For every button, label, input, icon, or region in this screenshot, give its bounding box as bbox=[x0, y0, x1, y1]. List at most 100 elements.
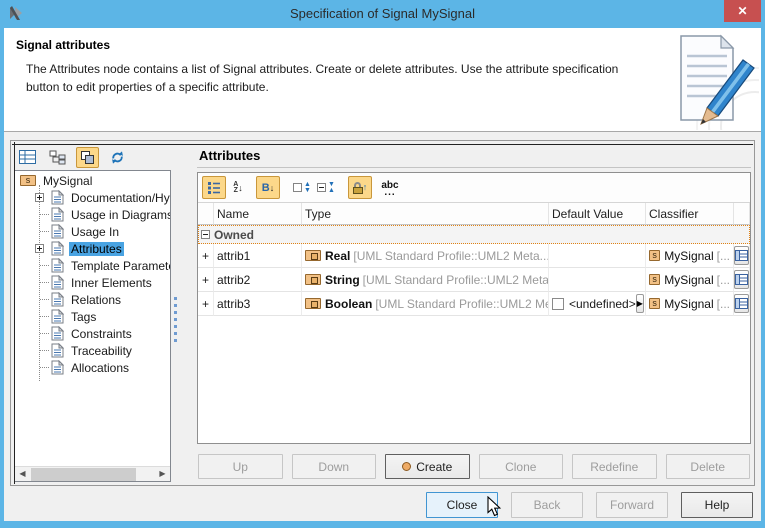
scrollbar-thumb[interactable] bbox=[31, 468, 136, 481]
lock-order-icon[interactable]: ↑ bbox=[348, 176, 372, 199]
column-header-classifier[interactable]: Classifier bbox=[646, 203, 734, 225]
type-cell[interactable]: String [UML Standard Profile::UML2 Meta.… bbox=[302, 268, 549, 292]
attributes-table: Name Type Default Value Classifier Owned… bbox=[198, 203, 750, 443]
node-doc-icon bbox=[51, 309, 64, 324]
clone-button[interactable]: Clone bbox=[479, 454, 564, 479]
spec-button-cell bbox=[734, 244, 750, 268]
classifier-cell[interactable]: s MySignal [... bbox=[646, 268, 734, 292]
containment-tree-icon[interactable] bbox=[46, 147, 69, 168]
column-header-type[interactable]: Type bbox=[302, 203, 549, 225]
main-container: s MySignal Documentation/Hyperlin Usage … bbox=[10, 140, 755, 486]
panel-splitter[interactable] bbox=[171, 144, 185, 482]
column-header-expand[interactable] bbox=[198, 203, 214, 225]
tree-item-label: Tags bbox=[69, 310, 98, 324]
name-cell[interactable]: attrib2 bbox=[214, 268, 302, 292]
group-row-owned[interactable]: Owned bbox=[198, 225, 750, 244]
node-doc-icon bbox=[51, 343, 64, 358]
tree-horizontal-scrollbar[interactable]: ◀ ▶ bbox=[15, 466, 170, 481]
signal-icon: s bbox=[649, 298, 660, 309]
boolean-checkbox[interactable] bbox=[552, 298, 564, 310]
back-button[interactable]: Back bbox=[511, 492, 583, 518]
collapse-minus-icon[interactable] bbox=[201, 230, 210, 239]
down-button[interactable]: Down bbox=[292, 454, 377, 479]
default-value-text: <undefined> bbox=[569, 297, 636, 311]
refresh-icon[interactable] bbox=[106, 147, 129, 168]
value-dropdown-button[interactable]: ▶ bbox=[636, 294, 644, 313]
classifier-cell[interactable]: s MySignal [... bbox=[646, 244, 734, 268]
tree-stub bbox=[40, 265, 49, 266]
header-description: The Attributes node contains a list of S… bbox=[26, 60, 644, 96]
column-header-spec[interactable] bbox=[734, 203, 750, 225]
tree-item-label: Usage In bbox=[69, 225, 121, 239]
tree-item-tags[interactable]: Tags bbox=[15, 308, 170, 325]
tree-item-label: Traceability bbox=[69, 344, 134, 358]
forward-button[interactable]: Forward bbox=[596, 492, 668, 518]
name-cell[interactable]: attrib1 bbox=[214, 244, 302, 268]
tree-item-label: Template Parameters bbox=[69, 259, 171, 273]
expand-plus-icon[interactable] bbox=[35, 193, 44, 202]
type-cell[interactable]: Real [UML Standard Profile::UML2 Meta... bbox=[302, 244, 549, 268]
tree-item-relations[interactable]: Relations bbox=[15, 291, 170, 308]
tree-item-attributes[interactable]: Attributes bbox=[15, 240, 170, 257]
table-empty-area bbox=[198, 316, 750, 424]
expand-plus-icon[interactable] bbox=[35, 244, 44, 253]
tree-item-usage-in[interactable]: Usage In bbox=[15, 223, 170, 240]
tree-item-template-parameters[interactable]: Template Parameters bbox=[15, 257, 170, 274]
tree-item-mysignal[interactable]: s MySignal bbox=[15, 172, 170, 189]
default-value-cell[interactable] bbox=[549, 268, 646, 292]
tree-item-constraints[interactable]: Constraints bbox=[15, 325, 170, 342]
create-button[interactable]: Create bbox=[385, 454, 470, 479]
show-columns-icon[interactable] bbox=[202, 176, 226, 199]
tree-item-inner-elements[interactable]: Inner Elements bbox=[15, 274, 170, 291]
sort-alphabetically-icon[interactable]: A Z ↓ bbox=[226, 176, 250, 199]
scroll-left-icon[interactable]: ◀ bbox=[15, 467, 30, 481]
stacked-view-icon[interactable] bbox=[76, 147, 99, 168]
tree-item-label: MySignal bbox=[41, 174, 94, 188]
column-header-default-value[interactable]: Default Value bbox=[549, 203, 646, 225]
open-specification-button[interactable] bbox=[734, 246, 749, 265]
signal-icon: s bbox=[649, 250, 660, 261]
attribute-action-buttons: Up Down Create Clone Redefine Delete bbox=[197, 450, 751, 481]
tree-stub bbox=[40, 367, 49, 368]
tree-item-documentation[interactable]: Documentation/Hyperlin bbox=[15, 189, 170, 206]
default-value-cell[interactable]: <undefined> ▶ bbox=[549, 292, 646, 316]
signal-icon: s bbox=[20, 175, 36, 186]
row-expand-cell[interactable]: + bbox=[198, 244, 214, 268]
help-button[interactable]: Help bbox=[681, 492, 753, 518]
row-expand-cell[interactable]: + bbox=[198, 292, 214, 316]
expand-all-icon[interactable]: ▲ ▼ bbox=[290, 176, 314, 199]
tree-stub bbox=[40, 282, 49, 283]
default-value-cell[interactable] bbox=[549, 244, 646, 268]
properties-view-icon[interactable] bbox=[16, 147, 39, 168]
edit-names-icon[interactable]: abc ... bbox=[378, 176, 402, 199]
tree-item-traceability[interactable]: Traceability bbox=[15, 342, 170, 359]
row-expand-cell[interactable]: + bbox=[198, 268, 214, 292]
open-specification-button[interactable] bbox=[734, 270, 749, 289]
tree-item-allocations[interactable]: Allocations bbox=[15, 359, 170, 376]
scroll-right-icon[interactable]: ▶ bbox=[155, 467, 170, 481]
tree-stub bbox=[40, 316, 49, 317]
classifier-cell[interactable]: s MySignal [... bbox=[646, 292, 734, 316]
redefine-button[interactable]: Redefine bbox=[572, 454, 657, 479]
splitter-handle[interactable] bbox=[174, 297, 177, 343]
create-icon bbox=[402, 462, 411, 471]
tree-stub bbox=[40, 333, 49, 334]
delete-button[interactable]: Delete bbox=[666, 454, 751, 479]
dialog-buttons: Close Back Forward Help bbox=[426, 492, 753, 518]
close-window-button[interactable]: ✕ bbox=[724, 0, 761, 22]
sort-by-type-icon[interactable]: B ↓ bbox=[256, 176, 280, 199]
tree-item-label: Relations bbox=[69, 293, 123, 307]
attributes-panel-title: Attributes bbox=[197, 144, 751, 168]
window-border-right bbox=[761, 28, 765, 528]
tree-stub bbox=[40, 231, 49, 232]
tree-item-usage-in-diagrams[interactable]: Usage in Diagrams bbox=[15, 206, 170, 223]
column-header-name[interactable]: Name bbox=[214, 203, 302, 225]
spec-button-cell bbox=[734, 268, 750, 292]
datatype-icon bbox=[305, 298, 321, 309]
specification-dialog: Specification of Signal MySignal ✕ Signa… bbox=[0, 0, 765, 528]
collapse-all-icon[interactable]: ▼ ▲ bbox=[314, 176, 338, 199]
open-specification-button[interactable] bbox=[734, 294, 749, 313]
type-cell[interactable]: Boolean [UML Standard Profile::UML2 Me..… bbox=[302, 292, 549, 316]
up-button[interactable]: Up bbox=[198, 454, 283, 479]
name-cell[interactable]: attrib3 bbox=[214, 292, 302, 316]
